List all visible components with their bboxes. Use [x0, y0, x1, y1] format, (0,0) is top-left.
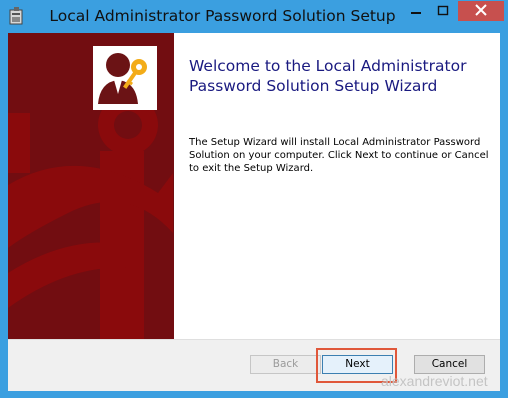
admin-user-key-icon [98, 53, 147, 104]
watermark: alexandreviot.net [381, 373, 488, 389]
logo [93, 46, 157, 110]
close-icon [475, 4, 487, 16]
minimize-button[interactable] [403, 1, 429, 21]
back-button[interactable]: Back [250, 355, 321, 374]
close-button[interactable] [458, 1, 504, 21]
minimize-icon [411, 12, 421, 14]
wizard-description: The Setup Wizard will install Local Admi… [189, 137, 489, 174]
wizard-banner [8, 33, 174, 339]
wizard-heading: Welcome to the Local Administrator Passw… [189, 57, 467, 95]
window-title: Local Administrator Password Solution Se… [49, 7, 396, 25]
title-bar: Local Administrator Password Solution Se… [0, 0, 508, 33]
maximize-button[interactable] [430, 1, 456, 21]
maximize-icon [437, 5, 449, 16]
cancel-button[interactable]: Cancel [414, 355, 485, 374]
wizard-window: Welcome to the Local Administrator Passw… [8, 33, 500, 391]
